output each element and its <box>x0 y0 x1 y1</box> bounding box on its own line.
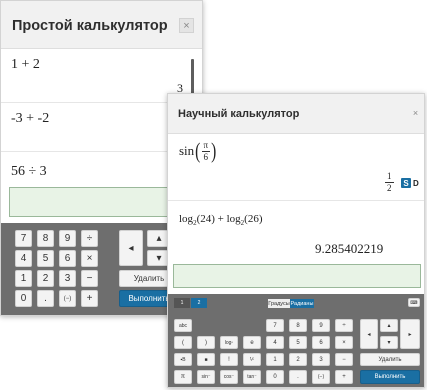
fraction-numerator: π <box>201 139 211 152</box>
d-label[interactable]: D <box>413 179 419 188</box>
sci-close-icon[interactable]: × <box>410 108 421 119</box>
scientific-calculator-titlebar[interactable]: Научный калькулятор × <box>168 94 424 134</box>
key-reciprocal[interactable]: ⅟▫ <box>243 353 261 366</box>
log-label: log <box>179 213 194 225</box>
key-log[interactable]: log▫ <box>220 336 238 349</box>
sci-keypad: 1 2 Градусы Радианы ⌨ abc ( ) log▫ e ▪B … <box>168 294 424 387</box>
log-argument-1: (24) + <box>196 213 227 225</box>
key-pi[interactable]: π <box>174 370 192 384</box>
simple-calculator-titlebar[interactable]: Простой калькулятор × <box>1 1 202 49</box>
key-decimal[interactable]: . <box>37 290 54 307</box>
key-8[interactable]: 8 <box>37 230 54 247</box>
key-3[interactable]: 3 <box>312 353 330 366</box>
key-negate[interactable]: (−) <box>312 370 330 384</box>
tab-1[interactable]: 1 <box>174 298 190 308</box>
key-store[interactable]: ▪B <box>174 353 192 366</box>
scientific-calculator-window: Научный калькулятор × sin ( π 6 ) 1 2 S … <box>167 93 425 388</box>
key-add[interactable]: + <box>335 370 353 384</box>
key-0[interactable]: 0 <box>15 290 32 307</box>
arrow-down-icon[interactable]: ▾ <box>380 336 398 349</box>
open-paren: ( <box>195 138 201 163</box>
radians-mode-button[interactable]: Радианы <box>290 299 314 308</box>
result-denominator: 2 <box>387 183 392 193</box>
sci-entry-2-expression[interactable]: log2(24) + log2(26) <box>179 213 262 227</box>
key-8[interactable]: 8 <box>289 319 307 332</box>
key-multiply[interactable]: × <box>335 336 353 349</box>
key-7[interactable]: 7 <box>15 230 32 247</box>
key-multiply[interactable]: × <box>81 250 98 267</box>
key-4[interactable]: 4 <box>266 336 284 349</box>
sci-entry-1-expression[interactable]: sin ( π 6 ) <box>179 140 217 162</box>
simple-close-icon[interactable]: × <box>179 18 194 33</box>
key-5[interactable]: 5 <box>289 336 307 349</box>
key-2[interactable]: 2 <box>289 353 307 366</box>
key-negate[interactable]: (−) <box>59 290 76 307</box>
key-cos[interactable]: cos⁻ <box>220 370 238 384</box>
key-9[interactable]: 9 <box>312 319 330 332</box>
execute-button[interactable]: Выполнить <box>360 370 420 384</box>
sci-entry-1-result: 1 2 <box>385 172 394 193</box>
s-badge[interactable]: S <box>401 178 411 188</box>
key-square[interactable]: ■ <box>197 353 215 366</box>
delete-button[interactable]: Удалить <box>360 353 420 366</box>
key-1[interactable]: 1 <box>266 353 284 366</box>
key-6[interactable]: 6 <box>312 336 330 349</box>
key-subtract[interactable]: − <box>81 270 98 287</box>
keyboard-icon[interactable]: ⌨ <box>408 298 420 307</box>
key-6[interactable]: 6 <box>59 250 76 267</box>
key-7[interactable]: 7 <box>266 319 284 332</box>
key-subtract[interactable]: − <box>335 353 353 366</box>
key-0[interactable]: 0 <box>266 370 284 384</box>
key-4[interactable]: 4 <box>15 250 32 267</box>
arrow-left-icon[interactable]: ◂ <box>119 230 143 266</box>
simple-entry-3-expression[interactable]: 56 ÷ 3 <box>11 164 47 180</box>
log-label-2: log <box>226 213 241 225</box>
fraction-denominator: 6 <box>203 151 209 162</box>
key-right-paren[interactable]: ) <box>197 336 215 349</box>
key-2[interactable]: 2 <box>37 270 54 287</box>
key-divide[interactable]: ÷ <box>335 319 353 332</box>
key-3[interactable]: 3 <box>59 270 76 287</box>
simple-calculator-title: Простой калькулятор <box>12 18 168 34</box>
sd-toggle[interactable]: S D <box>401 178 419 188</box>
key-tan[interactable]: tan⁻ <box>243 370 261 384</box>
result-fraction: 1 2 <box>385 172 394 193</box>
key-e[interactable]: e <box>243 336 261 349</box>
key-add[interactable]: + <box>81 290 98 307</box>
key-divide[interactable]: ÷ <box>81 230 98 247</box>
sci-input-field[interactable] <box>173 264 421 288</box>
result-numerator: 1 <box>385 171 394 183</box>
tab-2[interactable]: 2 <box>191 298 207 308</box>
arrow-left-icon[interactable]: ◂ <box>360 319 378 349</box>
arrow-up-icon[interactable]: ▴ <box>380 319 398 332</box>
pi-over-six-fraction: π 6 <box>201 139 211 162</box>
simple-entry-2-expression[interactable]: -3 + -2 <box>11 111 49 127</box>
scientific-calculator-title: Научный калькулятор <box>178 108 300 120</box>
simple-entry-1-expression[interactable]: 1 + 2 <box>11 57 40 73</box>
sci-entry-separator <box>168 200 424 201</box>
key-1[interactable]: 1 <box>15 270 32 287</box>
key-left-paren[interactable]: ( <box>174 336 192 349</box>
key-factorial[interactable]: ! <box>220 353 238 366</box>
key-5[interactable]: 5 <box>37 250 54 267</box>
key-9[interactable]: 9 <box>59 230 76 247</box>
degrees-mode-button[interactable]: Градусы <box>268 299 290 308</box>
key-sin[interactable]: sin⁻ <box>197 370 215 384</box>
arrow-right-icon[interactable]: ▸ <box>400 319 420 349</box>
sin-function-label: sin <box>179 143 195 158</box>
key-decimal[interactable]: . <box>289 370 307 384</box>
log-argument-2: (26) <box>244 213 263 225</box>
sci-entry-2-result: 9.285402219 <box>315 241 384 256</box>
close-paren: ) <box>211 138 217 163</box>
key-abc[interactable]: abc <box>174 319 192 332</box>
